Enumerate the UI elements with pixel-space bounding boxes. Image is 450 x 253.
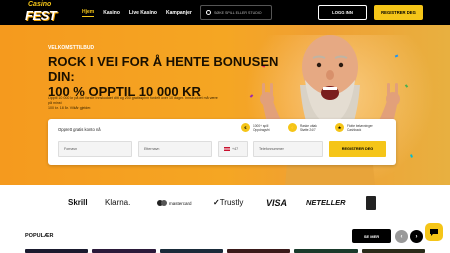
game-tile[interactable] xyxy=(294,249,358,253)
klarna-logo: Klarna. xyxy=(105,198,131,207)
game-tile[interactable] xyxy=(361,249,425,253)
signup-submit-button[interactable]: REGISTRER DEG xyxy=(329,141,386,157)
last-name-placeholder: Etternavn xyxy=(144,147,160,151)
last-name-field[interactable]: Etternavn xyxy=(138,141,212,157)
search-input[interactable]: SØKE SPILL ELLER STUDIO xyxy=(200,5,272,20)
mastercard-circles-icon xyxy=(157,200,167,206)
star-icon: ★ xyxy=(335,123,344,132)
visa-logo: VISA xyxy=(266,198,288,208)
hero-terms-line-2: 100 kr. 18 år. Vilkår gjelder. xyxy=(48,106,92,110)
phone-field[interactable]: Telefonnummer xyxy=(253,141,323,157)
top-nav: Casino FEST Hjem Kasino Live Kasino Kamp… xyxy=(0,0,450,25)
norway-flag-icon xyxy=(224,147,230,151)
hero-banner: VELKOMSTTILBUD ROCK I VEI FOR Å HENTE BO… xyxy=(0,25,450,185)
nav-live-casino[interactable]: Live Kasino xyxy=(129,10,157,16)
payment-card-icon xyxy=(366,196,376,210)
search-placeholder: SØKE SPILL ELLER STUDIO xyxy=(214,10,262,15)
register-button[interactable]: REGISTRER DEG xyxy=(374,5,423,20)
trustly-check-icon: ✓ xyxy=(213,198,220,207)
lightning-icon: ⚡ xyxy=(288,123,297,132)
popular-title: POPULÆR xyxy=(25,233,54,239)
first-name-placeholder: Fornavn xyxy=(64,147,78,151)
nav-promotions[interactable]: Kampanjer xyxy=(166,10,192,16)
hero-terms-line-1: Opptil 10 000 kr på det første innskudde… xyxy=(48,96,218,105)
feature-text: Raske uttak Støtte 24/7 xyxy=(300,123,317,132)
feature-withdrawals: ⚡ Raske uttak Støtte 24/7 xyxy=(288,123,328,132)
chevron-left-icon: ‹ xyxy=(400,233,403,240)
game-tile[interactable] xyxy=(226,249,291,253)
feature-text: 1000+ spill Oppdragsfri xyxy=(253,123,270,132)
hero-terms-text: Opptil 10 000 kr på det første innskudde… xyxy=(48,96,218,111)
country-code-select[interactable]: +47 xyxy=(218,141,248,157)
nav-casino[interactable]: Kasino xyxy=(103,10,120,16)
search-icon xyxy=(206,10,211,15)
skrill-logo: Skrill xyxy=(68,198,88,207)
chevron-right-icon: › xyxy=(415,233,418,240)
game-tile[interactable] xyxy=(25,249,89,253)
mastercard-text: mastercard xyxy=(169,200,192,206)
game-tile[interactable] xyxy=(92,249,156,253)
see-more-button[interactable]: SE MER xyxy=(352,229,391,243)
logo-line-1: Casino xyxy=(28,1,52,8)
chat-icon xyxy=(430,228,438,236)
euro-icon: € xyxy=(241,123,250,132)
main-menu: Hjem Kasino Live Kasino Kampanjer xyxy=(82,0,192,25)
game-tiles-row xyxy=(25,249,425,253)
feature-games: € 1000+ spill Oppdragsfri xyxy=(241,123,281,132)
next-arrow-button[interactable]: › xyxy=(410,230,423,243)
login-button[interactable]: LOGG INN xyxy=(318,5,367,20)
signup-card: Opprett gratis konto nå € 1000+ spill Op… xyxy=(48,119,396,165)
first-name-field[interactable]: Fornavn xyxy=(58,141,132,157)
neteller-logo: NETELLER xyxy=(306,198,346,207)
signup-title: Opprett gratis konto nå xyxy=(58,127,101,132)
trustly-text: Trustly xyxy=(219,198,244,207)
logo-line-2: FEST xyxy=(25,8,57,23)
hero-eyebrow: VELKOMSTTILBUD xyxy=(48,45,95,51)
phone-placeholder: Telefonnummer xyxy=(259,147,284,151)
chat-button[interactable] xyxy=(425,223,443,241)
hero-headline: ROCK I VEI FOR Å HENTE BONUSEN DIN: 100 … xyxy=(48,54,298,99)
prev-arrow-button[interactable]: ‹ xyxy=(395,230,408,243)
game-tile[interactable] xyxy=(159,249,223,253)
casinofest-logo[interactable]: Casino FEST xyxy=(25,1,69,25)
nav-home[interactable]: Hjem xyxy=(82,9,95,17)
feature-rewards: ★ Flotte belønninger Cashback xyxy=(335,123,387,132)
hero-headline-line-1: ROCK I VEI FOR Å HENTE BONUSEN DIN: xyxy=(48,54,279,84)
country-code: +47 xyxy=(232,147,239,151)
trustly-logo: ✓Trustly xyxy=(213,198,243,207)
mastercard-logo: mastercard xyxy=(157,200,192,206)
feature-text: Flotte belønninger Cashback xyxy=(347,123,373,132)
